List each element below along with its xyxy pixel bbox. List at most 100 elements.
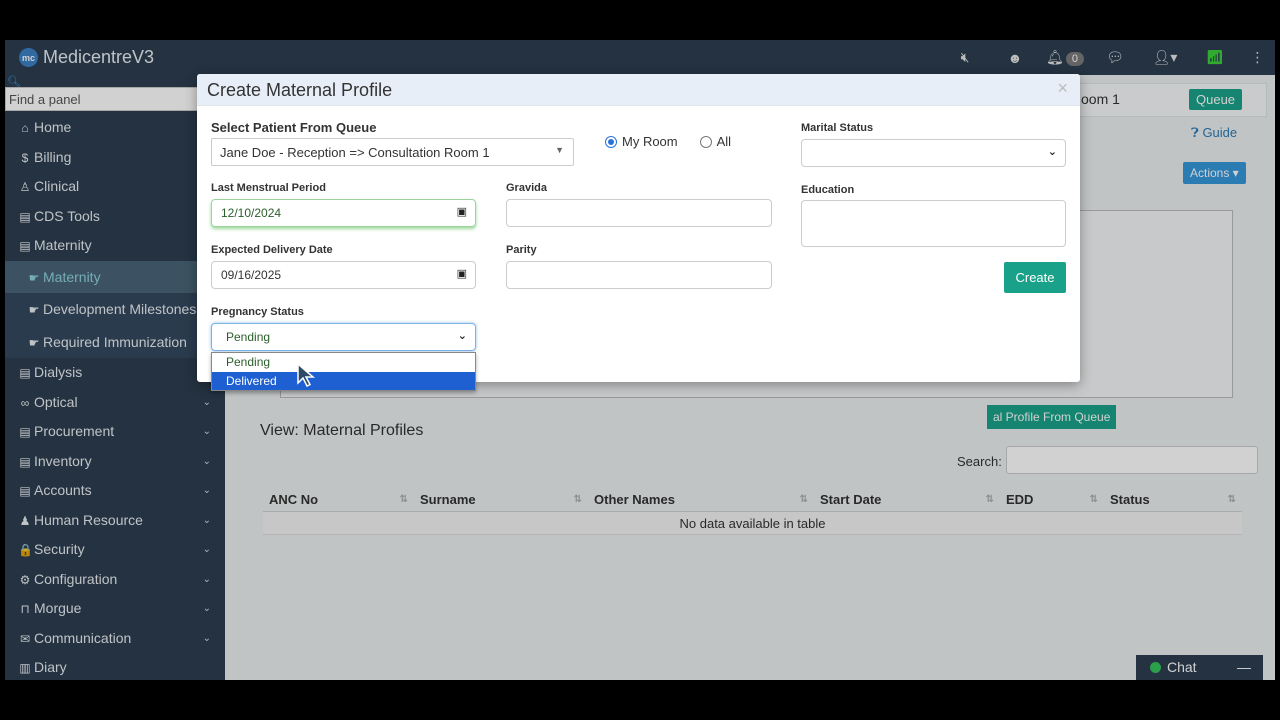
education-label: Education xyxy=(801,184,855,196)
chevron-down-icon: ⌄ xyxy=(202,396,211,408)
sidebar-item-communication[interactable]: ✉ Communication ⌄ xyxy=(5,624,225,654)
sidebar-item-procurement[interactable]: ▤ Procurement ⌄ xyxy=(5,417,225,447)
column-label: ANC No xyxy=(269,492,319,507)
parity-input[interactable] xyxy=(506,261,772,289)
select-patient-dropdown[interactable]: Jane Doe - Reception => Consultation Roo… xyxy=(211,138,574,166)
user-secret-icon[interactable]: ☻ xyxy=(990,50,1040,66)
parity-label: Parity xyxy=(506,244,537,256)
sidebar-item-label: CDS Tools xyxy=(34,207,100,224)
lock-icon: 🔒 xyxy=(18,543,33,557)
edd-date-input[interactable]: 09/16/2025 ▣ xyxy=(211,261,476,289)
sidebar-item-clinical[interactable]: ♙ Clinical xyxy=(5,172,225,202)
sidebar-item-human-resource[interactable]: ♟ Human Resource ⌄ xyxy=(5,506,225,536)
marital-status-select[interactable]: ⌄ xyxy=(801,139,1066,167)
column-label: Surname xyxy=(420,492,476,507)
chevron-down-icon: ⌄ xyxy=(202,514,211,526)
sidebar-item-label: Accounts xyxy=(34,482,92,498)
option-pending[interactable]: Pending xyxy=(212,353,475,372)
column-start-date[interactable]: Start Date ⇅ xyxy=(814,487,1000,511)
sidebar-item-home[interactable]: ⌂ Home xyxy=(5,113,225,143)
sidebar-item-label: Security xyxy=(34,541,85,557)
education-textarea[interactable] xyxy=(801,200,1066,247)
user-menu-icon[interactable]: 👤︎▾ xyxy=(1140,49,1190,66)
column-edd[interactable]: EDD ⇅ xyxy=(1000,487,1104,511)
dollar-icon: $ xyxy=(21,150,29,165)
sidebar-item-label: Configuration xyxy=(34,570,118,587)
glasses-icon: ∞ xyxy=(20,395,30,410)
brand[interactable]: mc MedicentreV3 xyxy=(19,47,154,68)
gravida-input[interactable] xyxy=(506,199,772,227)
lmp-date-input[interactable]: 12/10/2024 ▣ xyxy=(211,199,476,227)
create-button[interactable]: Create xyxy=(1004,262,1066,293)
sidebar-subitem-required-immunization[interactable]: ☛ Required Immunization xyxy=(5,325,225,358)
sidebar-item-morgue[interactable]: ⊓ Morgue ⌄ xyxy=(5,594,225,624)
sidebar-item-cds-tools[interactable]: ▤ CDS Tools xyxy=(5,202,225,232)
column-other-names[interactable]: Other Names ⇅ xyxy=(588,487,814,511)
comments-icon[interactable]: 💬︎ xyxy=(1090,49,1140,66)
sidebar-item-optical[interactable]: ∞ Optical ⌄ xyxy=(5,388,225,418)
chat-widget[interactable]: Chat — xyxy=(1136,655,1263,680)
sidebar-item-label: Diary xyxy=(34,659,67,675)
top-navbar: mc MedicentreV3 🔇︎ ☻ 🔔︎ 0 💬︎ 👤︎▾ 📶︎ ⋮ xyxy=(5,40,1275,75)
chevron-down-icon: ⌄ xyxy=(202,603,211,614)
sidebar: 🔍︎ Find a panel ⌂ Home $ Billing ♙ Clinical… xyxy=(5,75,225,680)
gravida-label: Gravida xyxy=(506,182,547,194)
sidebar-item-security[interactable]: 🔒Security ⌄ xyxy=(5,535,225,565)
actions-button[interactable]: Actions ▾ xyxy=(1183,162,1246,184)
cogs-icon: ⚙ xyxy=(19,572,31,587)
sidebar-item-inventory[interactable]: ▤ Inventory ⌄ xyxy=(5,447,225,477)
create-profile-from-queue-button[interactable]: al Profile From Queue xyxy=(987,405,1117,429)
sidebar-item-label: Procurement xyxy=(34,423,115,439)
queue-button[interactable]: Queue xyxy=(1189,89,1243,110)
pregnancy-status-options: Pending Delivered xyxy=(211,352,476,391)
sort-icon: ⇅ xyxy=(1227,494,1236,505)
sidebar-subitem-development-milestones[interactable]: ☛ Development Milestones xyxy=(5,293,225,326)
column-surname[interactable]: Surname ⇅ xyxy=(414,487,588,511)
bed-icon: ⊓ xyxy=(20,602,30,616)
online-status-icon xyxy=(1150,662,1161,673)
column-anc-no[interactable]: ANC No ⇅ xyxy=(263,487,414,511)
radio-all[interactable]: All xyxy=(699,134,731,149)
edd-label: Expected Delivery Date xyxy=(211,244,333,256)
sidebar-item-label: Inventory xyxy=(34,452,92,469)
book-icon: ▤ xyxy=(19,454,31,469)
home-icon: ⌂ xyxy=(21,121,29,135)
sort-icon: ⇅ xyxy=(1089,494,1098,505)
column-status[interactable]: Status ⇅ xyxy=(1104,487,1242,511)
table-search-input[interactable] xyxy=(1006,446,1258,474)
sidebar-item-diary[interactable]: ▥ Diary xyxy=(5,653,225,680)
sidebar-item-maternity[interactable]: ▤ Maternity xyxy=(5,231,225,261)
book-icon: ▤ xyxy=(19,366,31,380)
sidebar-item-configuration[interactable]: ⚙ Configuration ⌄ xyxy=(5,565,225,595)
pregnancy-status-select[interactable]: Pending ⌄ xyxy=(211,323,476,351)
guide-link[interactable]: ❓︎ Guide xyxy=(1191,125,1237,141)
sidebar-subitem-maternity[interactable]: ☛ Maternity xyxy=(5,260,225,293)
column-label: Status xyxy=(1110,492,1150,507)
wifi-icon: 📶︎ xyxy=(1206,49,1224,65)
sidebar-item-accounts[interactable]: ▤ Accounts ⌄ xyxy=(5,476,225,506)
radio-button-checked[interactable] xyxy=(605,136,617,148)
app-logo-icon: mc xyxy=(19,48,38,67)
sidebar-item-label: Home xyxy=(34,119,72,135)
sidebar-item-billing[interactable]: $ Billing xyxy=(5,143,225,173)
sort-icon: ⇅ xyxy=(573,494,582,505)
radio-my-room[interactable]: My Room xyxy=(605,134,678,149)
sidebar-item-label: Billing xyxy=(34,148,72,165)
more-vertical-icon[interactable]: ⋮ xyxy=(1240,49,1275,66)
pregnancy-status-value: Pending xyxy=(226,330,271,344)
mute-icon[interactable]: 🔇︎ xyxy=(940,49,990,66)
room-title: oom 1 xyxy=(1081,91,1120,107)
close-icon[interactable]: × xyxy=(1057,78,1068,99)
radio-button-unchecked[interactable] xyxy=(699,136,712,148)
lmp-label: Last Menstrual Period xyxy=(211,182,326,194)
sidebar-item-dialysis[interactable]: ▤ Dialysis xyxy=(5,358,225,388)
calendar-icon[interactable]: ▣ xyxy=(457,267,467,280)
minimize-icon[interactable]: — xyxy=(1237,655,1251,680)
option-delivered[interactable]: Delivered xyxy=(212,371,475,390)
bell-icon[interactable]: 🔔︎ 0 xyxy=(1040,49,1090,66)
sidebar-item-label: Maternity xyxy=(34,237,92,253)
select-patient-value: Jane Doe - Reception => Consultation Roo… xyxy=(220,145,490,160)
chat-label: Chat xyxy=(1167,659,1197,675)
calendar-icon[interactable]: ▣ xyxy=(457,205,467,218)
find-panel-input[interactable]: Find a panel xyxy=(5,87,225,111)
